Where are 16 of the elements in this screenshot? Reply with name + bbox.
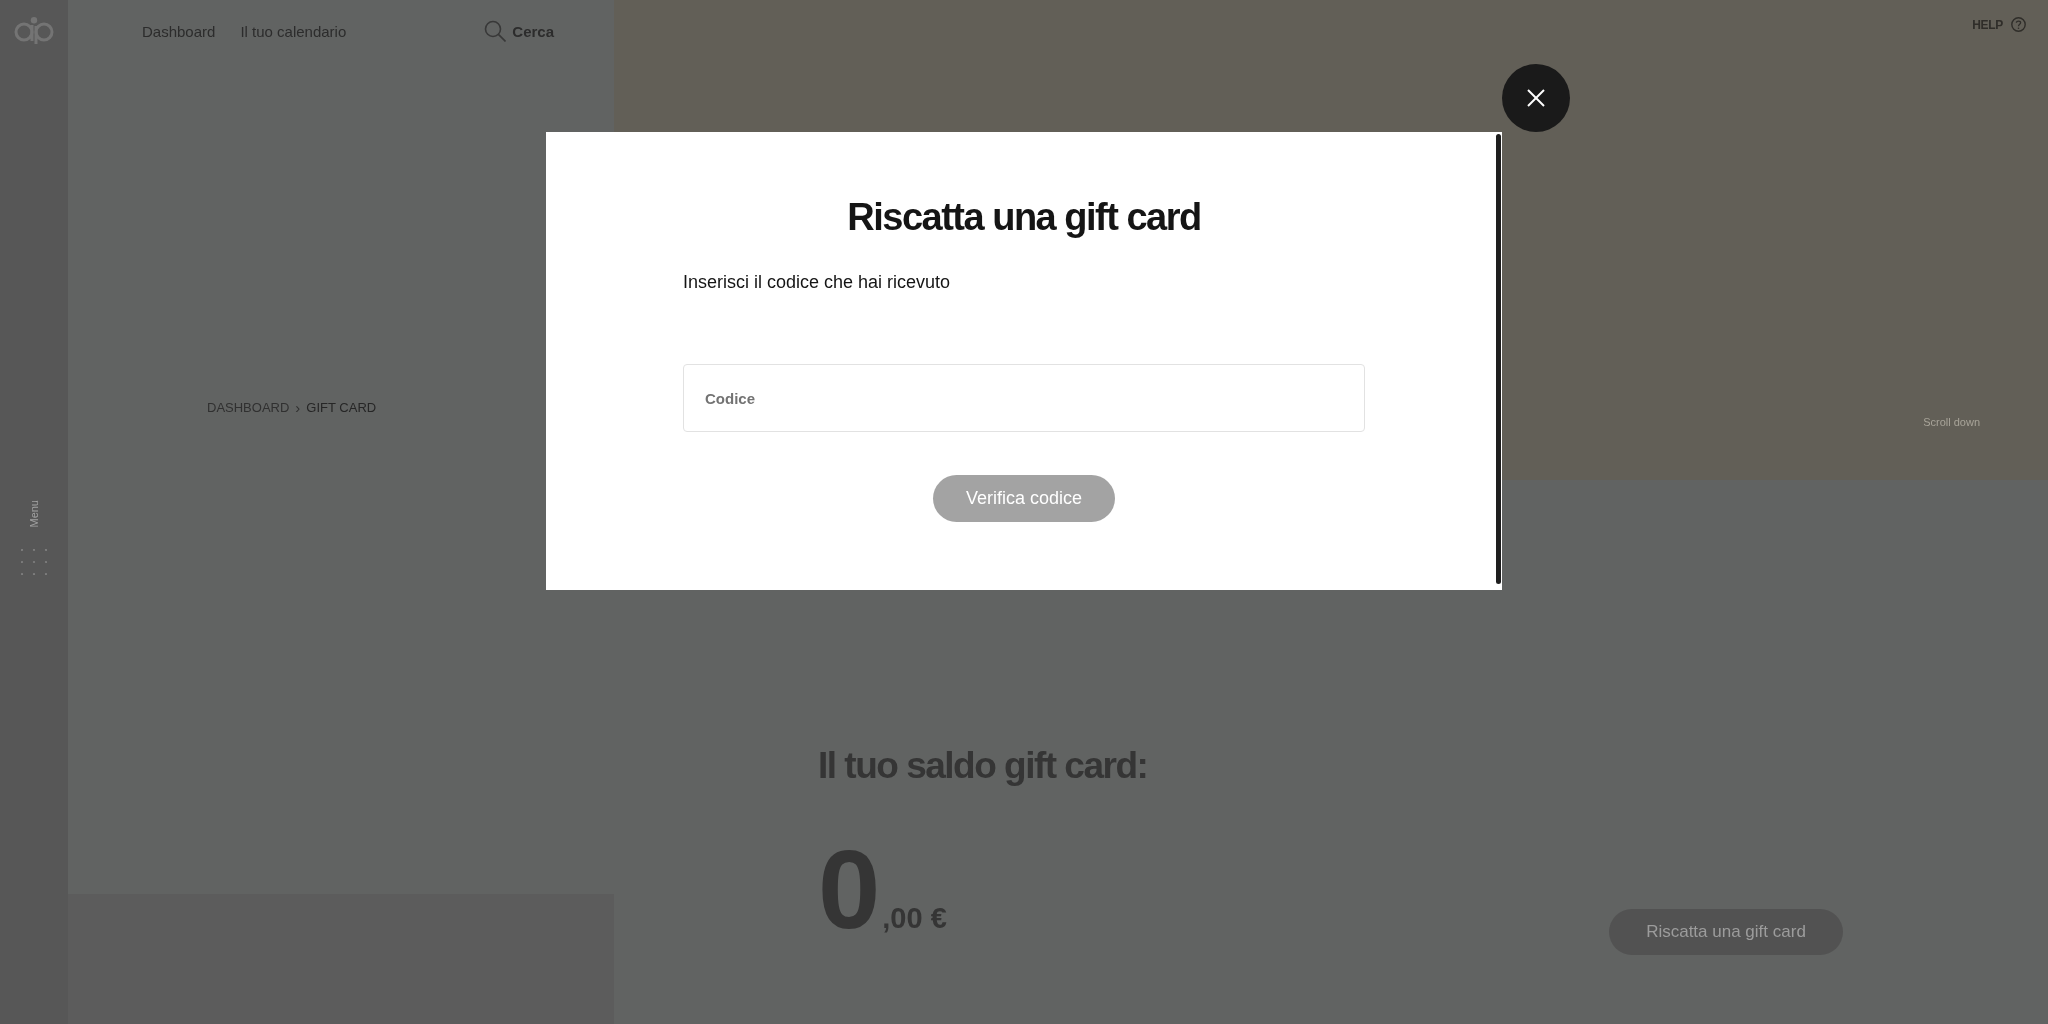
logo-icon[interactable] <box>14 17 54 44</box>
modal-instruction: Inserisci il codice che hai ricevuto <box>683 271 952 294</box>
code-input[interactable]: Codice <box>683 364 1365 432</box>
scroll-hint: Scroll down <box>1923 416 1980 428</box>
help-icon <box>2011 17 2026 32</box>
menu-button[interactable]: Menu <box>21 500 47 575</box>
search-icon <box>484 20 507 42</box>
scrollbar[interactable] <box>1496 134 1501 584</box>
grid-icon <box>21 548 47 575</box>
breadcrumb-separator: › <box>295 400 301 416</box>
breadcrumb-current: GIFT CARD <box>306 400 377 416</box>
modal-title: Riscatta una gift card <box>847 195 1201 240</box>
redeem-button[interactable]: Riscatta una gift card <box>1609 909 1843 956</box>
search-button[interactable]: Cerca <box>484 20 554 42</box>
nav-link[interactable]: Dashboard <box>142 22 216 40</box>
close-icon <box>1527 89 1545 107</box>
